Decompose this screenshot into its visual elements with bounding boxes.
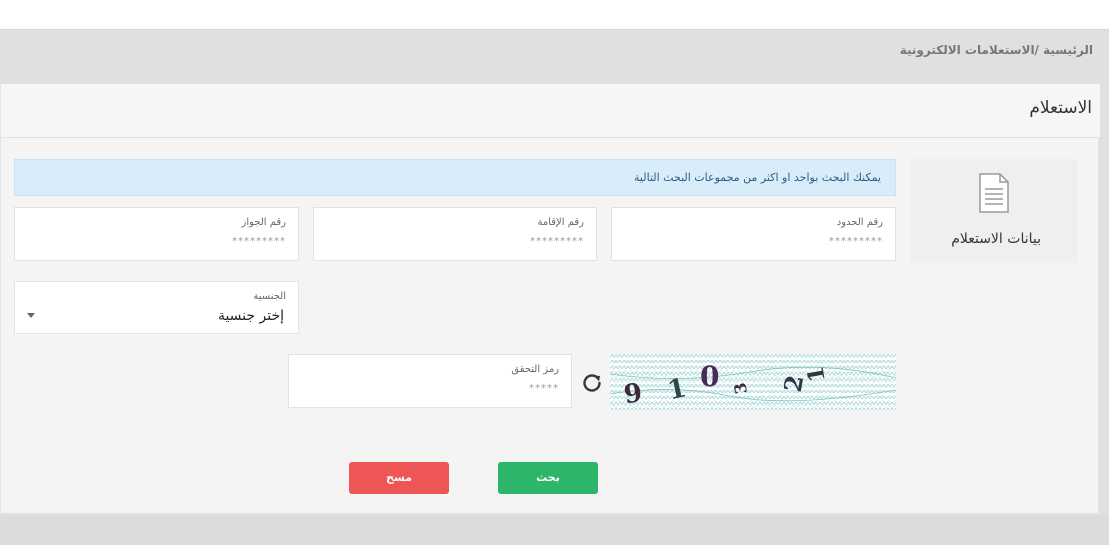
iqama-number-field[interactable]: رقم الإقامة ********* xyxy=(313,207,597,261)
nationality-select[interactable]: الجنسية إختر جنسية xyxy=(14,281,299,334)
chevron-down-icon xyxy=(27,313,35,318)
page-footer-band xyxy=(0,515,1109,545)
side-tab-label: بيانات الاستعلام xyxy=(951,231,1041,247)
passport-number-placeholder: ********* xyxy=(232,236,286,247)
border-number-placeholder: ********* xyxy=(829,236,883,247)
inquiry-card: الاستعلام بيانات الاستعلام يمكنك البحث ب… xyxy=(0,83,1100,514)
captcha-image: 9 1 0 3 2 1 xyxy=(610,354,896,410)
search-button[interactable]: بحث xyxy=(498,462,598,494)
captcha-placeholder: ***** xyxy=(529,383,559,394)
document-icon xyxy=(979,173,1009,213)
top-bar xyxy=(0,0,1109,30)
captcha-input[interactable]: رمز التحقق ***** xyxy=(288,354,572,408)
nationality-selected: إختر جنسية xyxy=(217,308,284,324)
clear-button[interactable]: مسح xyxy=(349,462,449,494)
svg-text:0: 0 xyxy=(700,360,719,393)
passport-number-label: رقم الجواز xyxy=(241,217,287,228)
captcha-label: رمز التحقق xyxy=(511,364,559,375)
passport-number-field[interactable]: رقم الجواز ********* xyxy=(14,207,299,261)
refresh-icon[interactable] xyxy=(581,372,603,394)
nationality-label: الجنسية xyxy=(253,291,286,302)
info-text: يمكنك البحث بواحد او اكثر من مجموعات الب… xyxy=(634,171,881,184)
iqama-number-placeholder: ********* xyxy=(530,236,584,247)
page-title: الاستعلام xyxy=(1029,98,1092,118)
breadcrumb[interactable]: الرئيسية /الاستعلامات الالكترونية xyxy=(900,43,1093,57)
info-alert: يمكنك البحث بواحد او اكثر من مجموعات الب… xyxy=(14,159,896,196)
iqama-number-label: رقم الإقامة xyxy=(537,217,584,228)
card-header: الاستعلام xyxy=(1,84,1100,138)
border-number-label: رقم الحدود xyxy=(836,217,883,228)
border-number-field[interactable]: رقم الحدود ********* xyxy=(611,207,896,261)
side-tab-inquiry-data[interactable]: بيانات الاستعلام xyxy=(911,159,1077,263)
